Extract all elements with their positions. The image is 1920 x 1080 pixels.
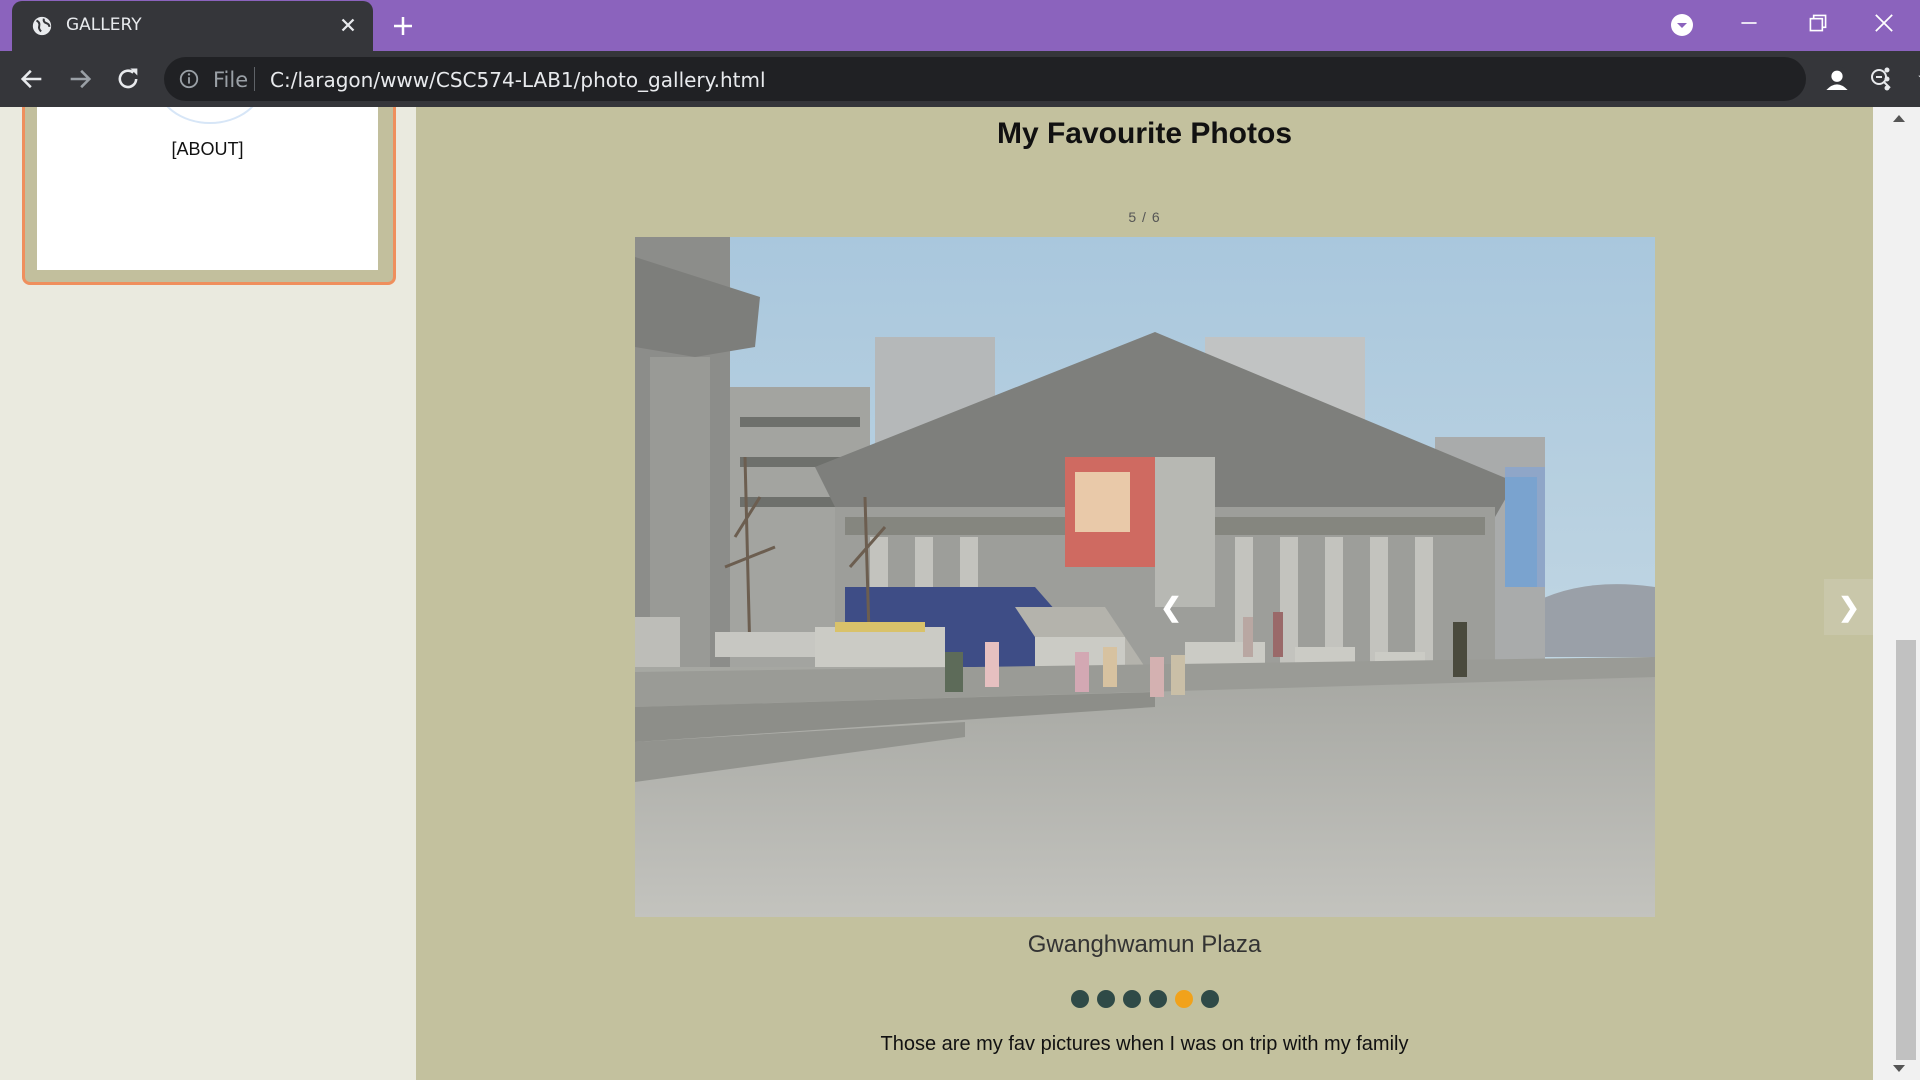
prev-slide-button[interactable]: ❮ xyxy=(1156,587,1186,627)
reload-icon[interactable] xyxy=(114,65,142,93)
profile-menu-icon[interactable] xyxy=(1670,13,1694,37)
about-link[interactable]: [ABOUT] xyxy=(37,139,378,160)
about-card-inner: [ABOUT] xyxy=(37,107,378,270)
close-icon[interactable] xyxy=(337,14,359,36)
gallery-section: My Favourite Photos 5 / 6 ❮ ❯ Gwanghwamu… xyxy=(416,107,1874,1080)
forward-icon[interactable] xyxy=(66,65,94,93)
slide-dot-6[interactable] xyxy=(1200,990,1219,1008)
plus-icon[interactable] xyxy=(391,14,415,38)
avatar xyxy=(156,107,264,124)
account-icon[interactable] xyxy=(1822,65,1852,95)
slide-dot-3[interactable] xyxy=(1122,990,1141,1008)
menu-icon[interactable] xyxy=(1875,65,1899,93)
info-icon[interactable] xyxy=(178,68,200,90)
maximize-icon[interactable] xyxy=(1805,10,1831,36)
url-text[interactable]: C:/laragon/www/CSC574-LAB1/photo_gallery… xyxy=(270,68,766,92)
scroll-up-arrow-icon[interactable] xyxy=(1893,115,1905,122)
slide-dots xyxy=(416,990,1873,1008)
slide-dot-1[interactable] xyxy=(1070,990,1089,1008)
slide-dot-4[interactable] xyxy=(1148,990,1167,1008)
slide-counter: 5 / 6 xyxy=(1128,209,1161,225)
slide-dot-5[interactable] xyxy=(1174,990,1193,1008)
back-icon[interactable] xyxy=(18,65,46,93)
browser-toolbar: File C:/laragon/www/CSC574-LAB1/photo_ga… xyxy=(0,51,1920,107)
sidebar: [ABOUT] xyxy=(0,107,416,1080)
gallery-description: Those are my fav pictures when I was on … xyxy=(880,1033,1409,1055)
divider xyxy=(254,67,255,91)
globe-icon xyxy=(32,16,52,36)
photo-caption: Gwanghwamun Plaza xyxy=(1027,931,1262,958)
tab-title: GALLERY xyxy=(66,15,142,35)
minimize-icon[interactable] xyxy=(1736,10,1762,36)
file-scheme-label: File xyxy=(213,68,249,92)
page-viewport: [ABOUT] My Favourite Photos 5 / 6 ❮ ❯ Gw… xyxy=(0,107,1920,1080)
about-card: [ABOUT] xyxy=(22,107,396,285)
slide-dot-2[interactable] xyxy=(1096,990,1115,1008)
gallery-photo xyxy=(635,237,1655,917)
next-slide-button[interactable]: ❯ xyxy=(1824,579,1874,635)
browser-tab[interactable]: GALLERY xyxy=(12,1,373,51)
scrollbar-thumb[interactable] xyxy=(1896,640,1916,1060)
address-bar[interactable]: File C:/laragon/www/CSC574-LAB1/photo_ga… xyxy=(164,57,1920,101)
window-close-icon[interactable] xyxy=(1870,9,1898,37)
tab-strip: GALLERY xyxy=(0,0,1920,51)
scroll-down-arrow-icon[interactable] xyxy=(1893,1065,1905,1072)
page-title: My Favourite Photos xyxy=(996,117,1293,150)
